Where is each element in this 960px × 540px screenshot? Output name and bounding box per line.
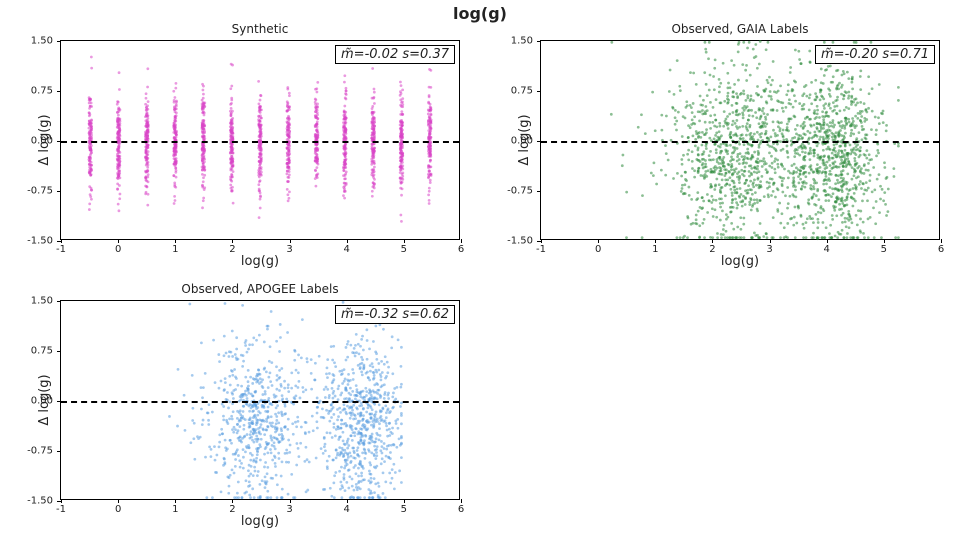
- x-axis-label: log(g): [61, 254, 459, 269]
- figure: log(g) Synthetic m̃=-0.02 s=0.37 Δ log(g…: [0, 0, 960, 540]
- zero-line: [61, 141, 459, 143]
- x-tick: 1: [652, 244, 658, 255]
- x-tick: 0: [115, 244, 121, 255]
- y-tick: 0.00: [31, 396, 53, 407]
- x-tick: 4: [824, 244, 830, 255]
- panel-apogee: Observed, APOGEE Labels m̃=-0.32 s=0.62 …: [60, 300, 460, 500]
- zero-line: [61, 401, 459, 403]
- x-tick: -1: [56, 244, 66, 255]
- y-tick: 0.75: [31, 346, 53, 357]
- zero-line: [541, 141, 939, 143]
- stat-box: m̃=-0.20 s=0.71: [815, 45, 935, 64]
- scatter-plot: [61, 301, 459, 499]
- stat-box: m̃=-0.32 s=0.62: [335, 305, 455, 324]
- x-tick: 2: [709, 244, 715, 255]
- y-tick: 0.00: [31, 136, 53, 147]
- x-tick: 5: [401, 244, 407, 255]
- stat-median-value: -0.02: [365, 47, 399, 62]
- axes: m̃=-0.20 s=0.71 Δ log(g) log(g) -1012345…: [540, 40, 940, 240]
- panel-synthetic: Synthetic m̃=-0.02 s=0.37 Δ log(g) log(g…: [60, 40, 460, 240]
- stat-median-value: -0.32: [365, 307, 399, 322]
- x-tick: 6: [458, 244, 464, 255]
- stat-box: m̃=-0.02 s=0.37: [335, 45, 455, 64]
- x-tick: 0: [115, 504, 121, 515]
- stat-s-label: s=: [402, 307, 420, 322]
- stat-s-label: s=: [882, 47, 900, 62]
- x-tick: 6: [938, 244, 944, 255]
- x-tick: 3: [286, 244, 292, 255]
- panel-title: Observed, APOGEE Labels: [60, 282, 460, 296]
- stat-median-label: m̃=: [341, 307, 365, 322]
- x-tick: 1: [172, 504, 178, 515]
- x-tick: 0: [595, 244, 601, 255]
- y-tick: 0.75: [511, 86, 533, 97]
- x-tick: 1: [172, 244, 178, 255]
- x-tick: -1: [536, 244, 546, 255]
- stat-s-value: 0.37: [420, 47, 449, 62]
- y-tick: -0.75: [27, 186, 53, 197]
- y-tick: -0.75: [27, 446, 53, 457]
- x-tick: 4: [344, 244, 350, 255]
- y-tick: -1.50: [27, 236, 53, 247]
- y-tick: -1.50: [27, 496, 53, 507]
- x-tick: 5: [401, 504, 407, 515]
- x-tick: 3: [286, 504, 292, 515]
- x-tick: 4: [344, 504, 350, 515]
- y-tick: 0.00: [511, 136, 533, 147]
- stat-median-label: m̃=: [341, 47, 365, 62]
- x-tick: 3: [766, 244, 772, 255]
- x-tick: 2: [229, 504, 235, 515]
- y-tick: 1.50: [511, 36, 533, 47]
- axes: m̃=-0.02 s=0.37 Δ log(g) log(g) -1012345…: [60, 40, 460, 240]
- stat-s-label: s=: [402, 47, 420, 62]
- stat-median-value: -0.20: [845, 47, 879, 62]
- y-tick: 0.75: [31, 86, 53, 97]
- x-axis-label: log(g): [541, 254, 939, 269]
- x-tick: 2: [229, 244, 235, 255]
- scatter-plot: [61, 41, 459, 239]
- y-tick: -0.75: [507, 186, 533, 197]
- stat-s-value: 0.71: [900, 47, 929, 62]
- x-tick: -1: [56, 504, 66, 515]
- x-axis-label: log(g): [61, 514, 459, 529]
- y-tick: -1.50: [507, 236, 533, 247]
- panel-gaia: Observed, GAIA Labels m̃=-0.20 s=0.71 Δ …: [540, 40, 940, 240]
- stat-median-label: m̃=: [821, 47, 845, 62]
- panel-title: Synthetic: [60, 22, 460, 36]
- x-tick: 6: [458, 504, 464, 515]
- panel-title: Observed, GAIA Labels: [540, 22, 940, 36]
- axes: m̃=-0.32 s=0.62 Δ log(g) log(g) -1012345…: [60, 300, 460, 500]
- figure-suptitle: log(g): [0, 4, 960, 23]
- y-tick: 1.50: [31, 36, 53, 47]
- stat-s-value: 0.62: [420, 307, 449, 322]
- y-tick: 1.50: [31, 296, 53, 307]
- x-tick: 5: [881, 244, 887, 255]
- scatter-plot: [541, 41, 939, 239]
